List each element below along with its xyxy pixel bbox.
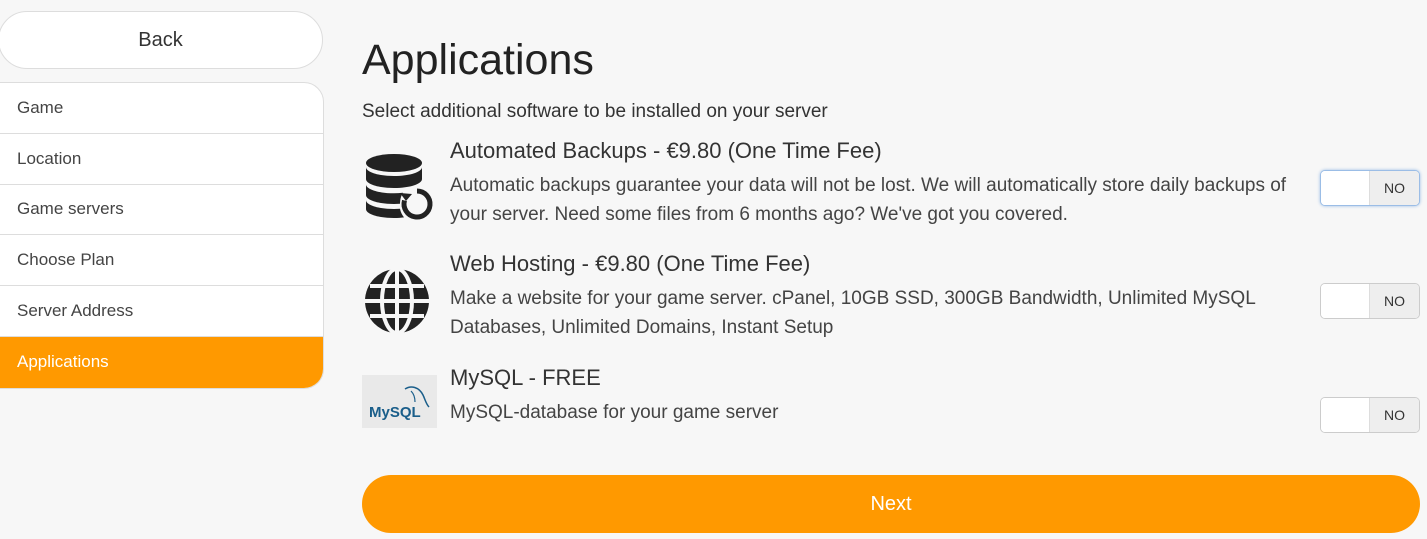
globe-icon	[362, 266, 437, 341]
web-hosting-toggle[interactable]: NO	[1320, 283, 1420, 319]
app-web-hosting: Web Hosting - €9.80 (One Time Fee) Make …	[362, 251, 1422, 341]
automated-backups-toggle[interactable]: NO	[1320, 170, 1420, 206]
database-backup-icon	[362, 153, 437, 228]
toggle-state: NO	[1369, 398, 1419, 432]
app-name: Web Hosting - €9.80 (One Time Fee)	[450, 251, 811, 276]
mysql-toggle[interactable]: NO	[1320, 397, 1420, 433]
step-location[interactable]: Location	[0, 134, 323, 185]
back-button[interactable]: Back	[0, 11, 323, 69]
svg-text:MySQL: MySQL	[369, 404, 421, 421]
step-navigation: Game Location Game servers Choose Plan S…	[0, 82, 324, 389]
toggle-state: NO	[1369, 284, 1419, 318]
app-description: MySQL-database for your game server	[450, 402, 779, 423]
step-game[interactable]: Game	[0, 83, 323, 134]
app-name: MySQL - FREE	[450, 365, 601, 390]
app-description: Make a website for your game server. cPa…	[450, 288, 1256, 338]
app-automated-backups: Automated Backups - €9.80 (One Time Fee)…	[362, 138, 1422, 228]
toggle-knob	[1321, 398, 1369, 432]
toggle-knob	[1321, 284, 1369, 318]
app-description: Automatic backups guarantee your data wi…	[450, 175, 1287, 225]
mysql-logo-icon: MySQL	[362, 375, 437, 428]
app-name: Automated Backups - €9.80 (One Time Fee)	[450, 138, 882, 163]
step-game-servers[interactable]: Game servers	[0, 185, 323, 236]
page-subtitle: Select additional software to be install…	[362, 101, 828, 122]
toggle-state: NO	[1369, 171, 1419, 205]
page-title: Applications	[362, 36, 594, 84]
next-button[interactable]: Next	[362, 475, 1420, 533]
step-server-address[interactable]: Server Address	[0, 286, 323, 337]
step-choose-plan[interactable]: Choose Plan	[0, 235, 323, 287]
step-applications[interactable]: Applications	[0, 336, 323, 388]
app-mysql: MySQL MySQL - FREE MySQL-database for yo…	[362, 365, 1422, 435]
toggle-knob	[1321, 171, 1369, 205]
